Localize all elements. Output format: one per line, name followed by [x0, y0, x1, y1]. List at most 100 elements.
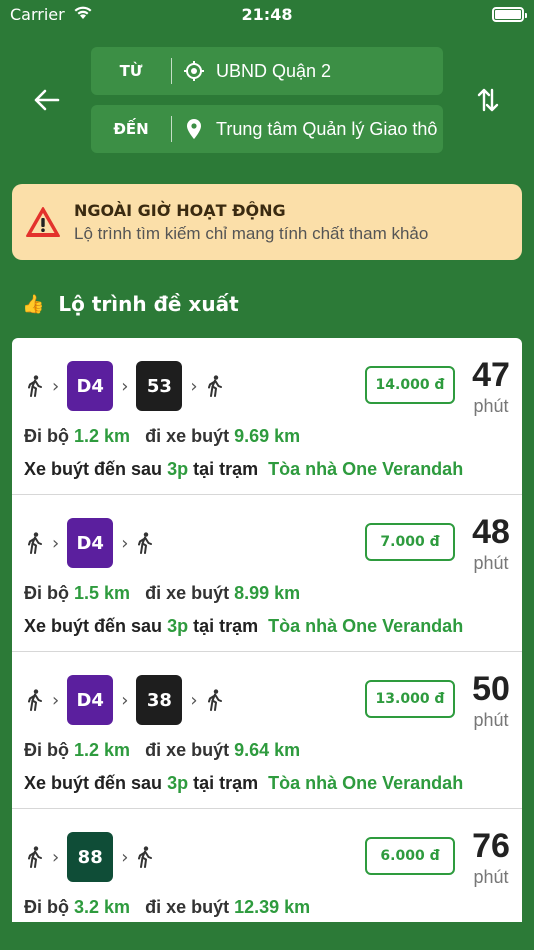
- warning-triangle-icon: [12, 206, 74, 238]
- chevron-right-icon: ›: [121, 375, 129, 397]
- duration-value: 76: [472, 827, 510, 865]
- bus-line-chip: D4: [67, 361, 114, 411]
- route-card[interactable]: › D4 › 38 › 13.000 đ 50 phút Đi bộ 1.2 km đi xe …: [12, 652, 522, 809]
- at-station-label: tại trạm: [193, 773, 259, 793]
- duration-unit: phút: [473, 553, 509, 573]
- route-card[interactable]: › D4 › 7.000 đ 48 phút Đi bộ 1.5 km đi xe buýt…: [12, 495, 522, 652]
- chevron-right-icon: ›: [121, 846, 129, 868]
- bus-label: đi xe buýt: [145, 426, 230, 446]
- duration-unit: phút: [473, 396, 509, 416]
- walking-person-icon: [26, 374, 44, 398]
- origin-field[interactable]: TỪ UBND Quận 2: [91, 47, 443, 95]
- chevron-right-icon: ›: [52, 846, 60, 868]
- bus-label: đi xe buýt: [145, 897, 230, 917]
- route-legs: › D4 › 38 ›: [26, 674, 224, 726]
- duration-value: 47: [472, 356, 510, 394]
- station-name: Tòa nhà One Verandah: [268, 773, 464, 793]
- map-pin-icon: [172, 118, 216, 140]
- chevron-right-icon: ›: [52, 375, 60, 397]
- walking-person-icon: [206, 374, 224, 398]
- chevron-right-icon: ›: [121, 532, 129, 554]
- duration: 76 phút: [460, 827, 522, 888]
- arrive-prefix: Xe buýt đến sau: [24, 459, 163, 479]
- arrive-time: 3p: [167, 773, 189, 793]
- walking-person-icon: [206, 688, 224, 712]
- route-card[interactable]: › 88 › 6.000 đ 76 phút Đi bộ 3.2 km đi xe buýt…: [12, 809, 522, 922]
- battery-icon: [492, 7, 527, 22]
- walking-person-icon: [136, 531, 154, 555]
- crosshair-location-icon: [172, 60, 216, 82]
- warning-title: NGOÀI GIỜ HOẠT ĐỘNG: [74, 200, 286, 220]
- chevron-right-icon: ›: [121, 689, 129, 711]
- arrival-info: Xe buýt đến sau 3p tại trạm Tòa nhà One …: [24, 773, 463, 794]
- chevron-right-icon: ›: [190, 689, 198, 711]
- walk-distance: 1.2 km: [74, 426, 131, 446]
- duration: 47 phút: [460, 356, 522, 417]
- bus-line-chip: D4: [67, 518, 114, 568]
- route-legs: › D4 ›: [26, 517, 154, 569]
- fare-badge: 7.000 đ: [365, 523, 455, 561]
- suggested-routes-heading: 👍 Lộ trình đề xuất: [22, 292, 239, 316]
- walking-person-icon: [26, 845, 44, 869]
- warning-subtitle: Lộ trình tìm kiếm chỉ mang tính chất tha…: [74, 223, 429, 243]
- route-card[interactable]: › D4 › 53 › 14.000 đ 47 phút Đi bộ 1.2 km đi xe …: [12, 338, 522, 495]
- chevron-right-icon: ›: [190, 375, 198, 397]
- walk-distance: 3.2 km: [74, 897, 131, 917]
- status-time: 21:48: [241, 5, 293, 24]
- arrive-time: 3p: [167, 459, 189, 479]
- fare-badge: 13.000 đ: [365, 680, 455, 718]
- duration: 48 phút: [460, 513, 522, 574]
- bus-line-chip: 38: [136, 675, 183, 725]
- arrive-time: 3p: [167, 616, 189, 636]
- distance-summary: Đi bộ 1.2 km đi xe buýt 9.69 km: [24, 426, 300, 447]
- off-hours-warning: NGOÀI GIỜ HOẠT ĐỘNG Lộ trình tìm kiếm ch…: [12, 184, 522, 260]
- swap-button[interactable]: [470, 82, 506, 118]
- bus-distance: 8.99 km: [234, 583, 301, 603]
- bus-distance: 9.69 km: [234, 426, 301, 446]
- duration: 50 phút: [460, 670, 522, 731]
- warning-text: NGOÀI GIỜ HOẠT ĐỘNG Lộ trình tìm kiếm ch…: [74, 201, 428, 244]
- section-title: Lộ trình đề xuất: [58, 292, 239, 316]
- distance-summary: Đi bộ 3.2 km đi xe buýt 12.39 km: [24, 897, 310, 918]
- at-station-label: tại trạm: [193, 459, 259, 479]
- bus-line-chip: 88: [67, 832, 114, 882]
- chevron-right-icon: ›: [52, 689, 60, 711]
- bus-label: đi xe buýt: [145, 740, 230, 760]
- bus-line-chip: D4: [67, 675, 114, 725]
- duration-value: 48: [472, 513, 510, 551]
- arrive-prefix: Xe buýt đến sau: [24, 773, 163, 793]
- walking-person-icon: [136, 845, 154, 869]
- chevron-right-icon: ›: [52, 532, 60, 554]
- destination-value: Trung tâm Quản lý Giao thô: [216, 118, 438, 139]
- distance-summary: Đi bộ 1.5 km đi xe buýt 8.99 km: [24, 583, 300, 604]
- arrow-left-icon: [34, 89, 60, 111]
- walk-label: Đi bộ: [24, 740, 69, 760]
- bus-label: đi xe buýt: [145, 583, 230, 603]
- status-bar: Carrier 21:48: [0, 0, 534, 30]
- walk-label: Đi bộ: [24, 583, 69, 603]
- at-station-label: tại trạm: [193, 616, 259, 636]
- walk-label: Đi bộ: [24, 897, 69, 917]
- origin-label: TỪ: [119, 62, 143, 80]
- bus-distance: 12.39 km: [234, 897, 311, 917]
- arrival-info: Xe buýt đến sau 3p tại trạm Tòa nhà One …: [24, 616, 463, 637]
- back-button[interactable]: [28, 82, 64, 118]
- destination-field[interactable]: ĐẾN Trung tâm Quản lý Giao thô: [91, 105, 443, 153]
- duration-unit: phút: [473, 710, 509, 730]
- duration-unit: phút: [473, 867, 509, 887]
- bus-distance: 9.64 km: [234, 740, 301, 760]
- arrival-info: Xe buýt đến sau 3p tại trạm Tòa nhà One …: [24, 459, 463, 480]
- station-name: Tòa nhà One Verandah: [268, 459, 464, 479]
- route-legs: › 88 ›: [26, 831, 154, 883]
- duration-value: 50: [472, 670, 510, 708]
- origin-value: UBND Quận 2: [216, 60, 332, 81]
- walk-distance: 1.5 km: [74, 583, 131, 603]
- route-list[interactable]: › D4 › 53 › 14.000 đ 47 phút Đi bộ 1.2 km đi xe …: [12, 338, 522, 922]
- fare-badge: 6.000 đ: [365, 837, 455, 875]
- thumbs-up-icon: 👍: [22, 293, 45, 315]
- fare-badge: 14.000 đ: [365, 366, 455, 404]
- bus-line-chip: 53: [136, 361, 183, 411]
- destination-label: ĐẾN: [113, 120, 149, 138]
- walking-person-icon: [26, 688, 44, 712]
- swap-vertical-icon: [477, 88, 499, 112]
